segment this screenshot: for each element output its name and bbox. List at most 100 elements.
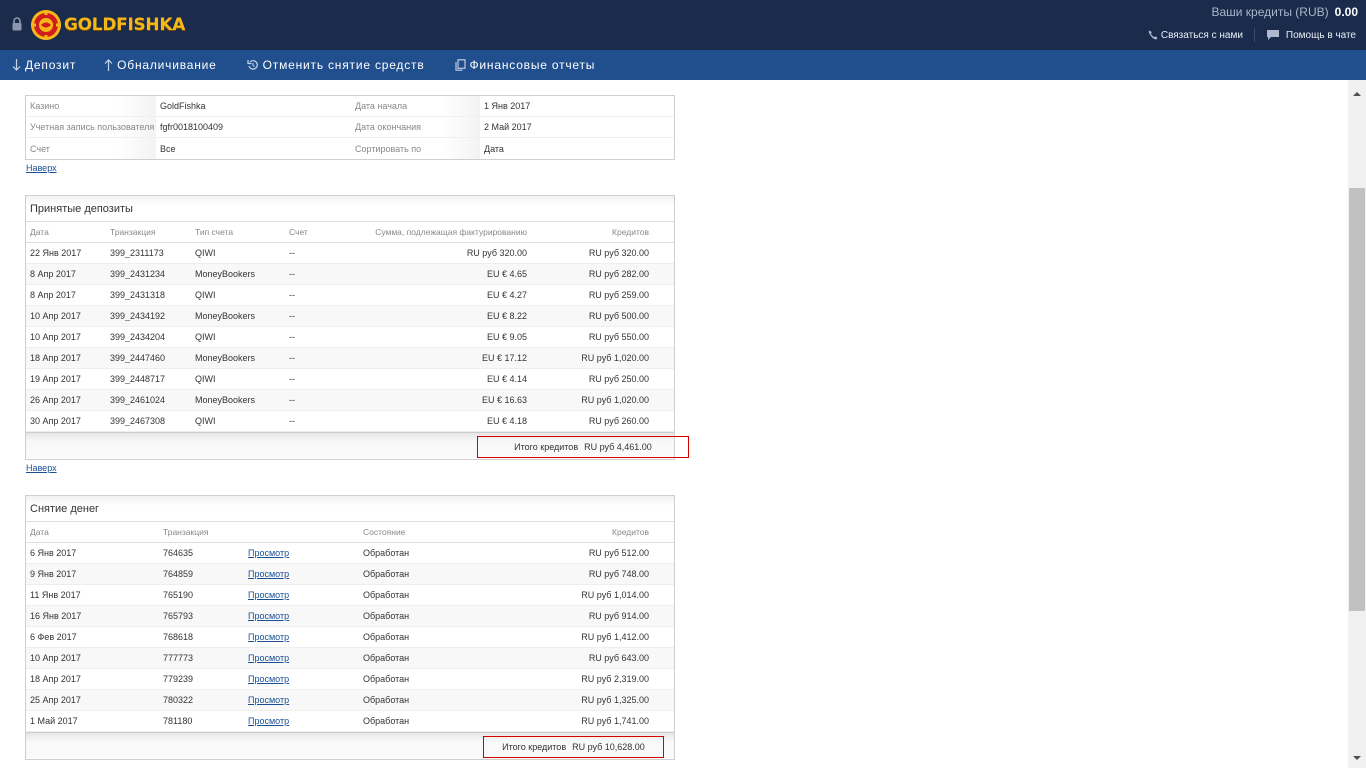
view-details-link[interactable]: Просмотр (248, 590, 289, 600)
brand-name: GOLDFISHKA (64, 15, 186, 35)
table-cell: Просмотр (244, 611, 359, 621)
deposit-row: 10 Апр 2017 399_2434192 MoneyBookers -- EU €… (26, 306, 674, 327)
back-to-top-link[interactable]: Наверх (26, 163, 57, 173)
arrow-down-icon (12, 59, 21, 71)
nav-cancel-withdrawal-label: Отменить снятие средств (262, 58, 425, 72)
withdrawal-row: 11 Янв 2017 765190 Просмотр Обработан RU руб… (26, 585, 674, 606)
withdrawal-row: 6 Фев 2017 768618 Просмотр Обработан RU руб … (26, 627, 674, 648)
table-cell: 1 Май 2017 (30, 716, 78, 726)
table-cell: 6 Фев 2017 (30, 632, 77, 642)
withdrawal-row: 9 Янв 2017 764859 Просмотр Обработан RU руб … (26, 564, 674, 585)
back-to-top-link[interactable]: Наверх (26, 463, 57, 473)
table-cell: RU руб 1,741.00 (581, 716, 649, 726)
filter-value: 2 Май 2017 (484, 122, 532, 132)
table-cell: RU руб 320.00 (466, 248, 527, 258)
table-cell: 8 Апр 2017 (30, 269, 76, 279)
deposit-row: 8 Апр 2017 399_2431318 QIWI -- EU € 4.27 RU р… (26, 285, 674, 306)
withdrawals-total-box: Итого кредитов RU руб 10,628.00 (483, 736, 664, 758)
vertical-scrollbar[interactable] (1348, 80, 1366, 768)
deposits-panel: Принятые депозиты Дата Транзакция Тип сч… (25, 195, 689, 460)
header-divider (1253, 28, 1255, 42)
deposit-row: 8 Апр 2017 399_2431234 MoneyBookers -- EU € … (26, 264, 674, 285)
filter-row: Казино GoldFishka Дата начала 1 Янв 2017 (26, 96, 674, 117)
table-cell: 399_2311173 (110, 248, 164, 258)
table-cell: 399_2434204 (110, 332, 166, 342)
table-cell: 768618 (163, 632, 194, 642)
table-cell: 399_2434192 (110, 311, 166, 321)
nav-deposit-label: Депозит (25, 58, 77, 72)
arrow-up-icon (104, 59, 113, 71)
table-cell: Просмотр (244, 548, 359, 558)
table-cell: RU руб 320.00 (588, 248, 649, 258)
table-cell: RU руб 550.00 (588, 332, 649, 342)
table-cell: Обработан (363, 695, 410, 705)
deposits-total-label: Итого кредитов (514, 442, 579, 452)
table-cell: -- (289, 248, 295, 258)
filter-value: Все (160, 143, 176, 154)
contact-us-link[interactable]: Связаться с нами (1148, 30, 1243, 41)
brand-logo[interactable]: GOLDFISHKA (30, 8, 185, 42)
withdrawal-row: 6 Янв 2017 764635 Просмотр Обработан RU руб … (26, 543, 674, 564)
view-details-link[interactable]: Просмотр (248, 674, 289, 684)
table-cell: RU руб 1,020.00 (581, 353, 649, 363)
table-cell: Просмотр (244, 569, 359, 579)
table-cell: 765793 (163, 611, 194, 621)
table-cell: EU € 8.22 (486, 311, 527, 321)
table-cell: EU € 9.05 (486, 332, 527, 342)
table-cell: 779239 (163, 674, 194, 684)
table-cell: 6 Янв 2017 (30, 548, 77, 558)
filter-value: Дата (484, 143, 504, 154)
table-cell: EU € 4.27 (486, 290, 527, 300)
table-cell: RU руб 512.00 (588, 548, 649, 558)
table-cell: Просмотр (244, 632, 359, 642)
deposits-title: Принятые депозиты (26, 196, 674, 222)
report-content: Казино GoldFishka Дата начала 1 Янв 2017… (0, 80, 1348, 768)
col-header: Кредитов (612, 527, 649, 537)
scroll-up-arrow-icon[interactable] (1348, 86, 1366, 102)
filter-value: 1 Янв 2017 (484, 101, 531, 111)
col-header: Счет (289, 227, 308, 237)
table-cell: MoneyBookers (195, 311, 256, 321)
nav-cancel-withdrawal[interactable]: Отменить снятие средств (247, 50, 425, 80)
table-cell: 10 Апр 2017 (30, 332, 81, 342)
table-cell: Обработан (363, 716, 410, 726)
view-details-link[interactable]: Просмотр (248, 632, 289, 642)
col-header: Дата (30, 227, 49, 237)
filter-label: Дата окончания (351, 117, 480, 137)
top-header: GOLDFISHKA Ваши кредиты (RUB) 0.00 Связат… (0, 0, 1366, 50)
nav-financial-reports[interactable]: Финансовые отчеты (454, 50, 596, 80)
phone-icon (1148, 30, 1158, 40)
table-cell: Обработан (363, 632, 410, 642)
table-cell: -- (289, 311, 295, 321)
undo-icon (247, 60, 258, 70)
table-cell: Обработан (363, 548, 410, 558)
chat-help-link[interactable]: Помощь в чате (1266, 29, 1356, 41)
view-details-link[interactable]: Просмотр (248, 569, 289, 579)
view-details-link[interactable]: Просмотр (248, 653, 289, 663)
table-cell: RU руб 260.00 (588, 416, 649, 426)
view-details-link[interactable]: Просмотр (248, 695, 289, 705)
scrollbar-thumb[interactable] (1349, 188, 1365, 611)
table-cell: 10 Апр 2017 (30, 653, 81, 663)
table-cell: 399_2461024 (110, 395, 166, 405)
table-cell: 10 Апр 2017 (30, 311, 81, 321)
view-details-link[interactable]: Просмотр (248, 716, 289, 726)
table-cell: EU € 4.18 (486, 416, 527, 426)
table-cell: RU руб 500.00 (588, 311, 649, 321)
col-header: Транзакция (110, 227, 156, 237)
deposits-table-body: 22 Янв 2017 399_2311173 QIWI -- RU руб 320.0… (26, 243, 674, 432)
nav-deposit[interactable]: Депозит (12, 50, 76, 80)
table-cell: 399_2467308 (110, 416, 166, 426)
table-cell: 780322 (163, 695, 194, 705)
nav-cashout[interactable]: Обналичивание (104, 50, 217, 80)
withdrawals-title: Снятие денег (26, 496, 674, 522)
withdrawal-row: 16 Янв 2017 765793 Просмотр Обработан RU руб… (26, 606, 674, 627)
table-cell: Просмотр (244, 590, 359, 600)
table-cell: 765190 (163, 590, 194, 600)
report-filter-summary: Казино GoldFishka Дата начала 1 Янв 2017… (25, 95, 675, 160)
view-details-link[interactable]: Просмотр (248, 611, 289, 621)
scroll-down-arrow-icon[interactable] (1348, 750, 1366, 766)
view-details-link[interactable]: Просмотр (248, 548, 289, 558)
table-cell: -- (289, 416, 295, 426)
table-cell: QIWI (195, 332, 216, 342)
